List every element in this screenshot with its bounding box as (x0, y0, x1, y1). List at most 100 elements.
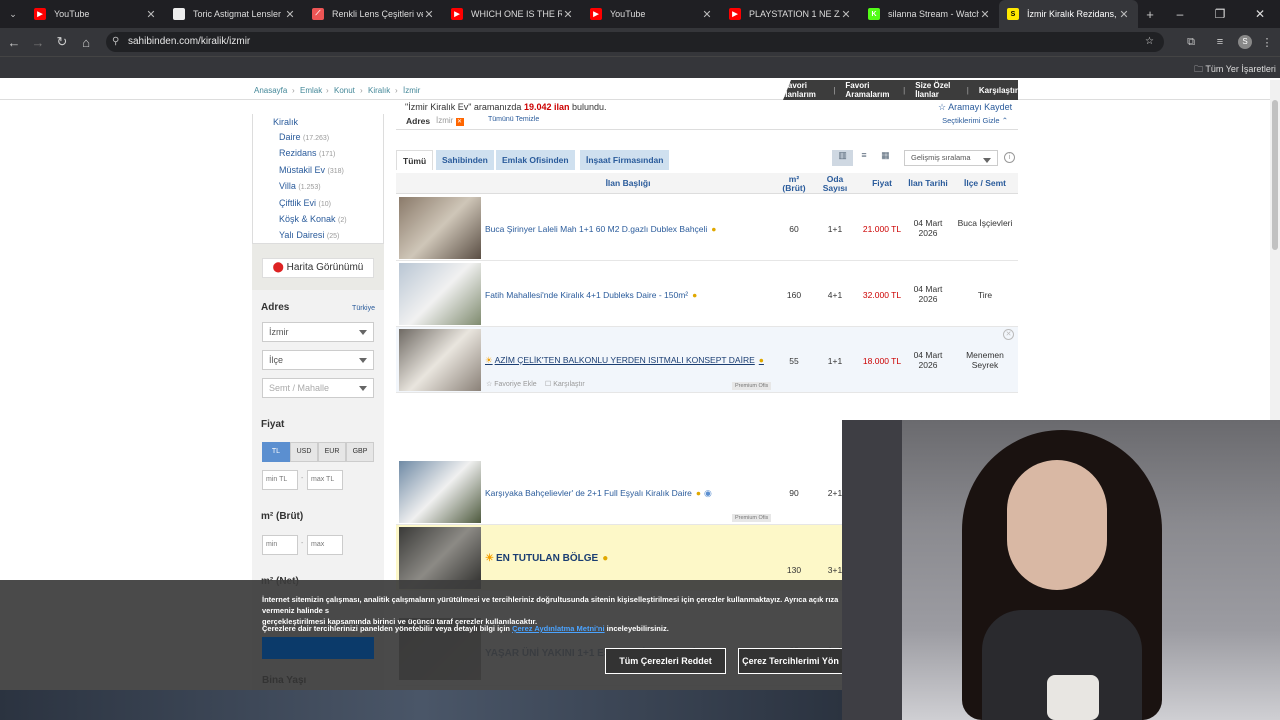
listing-thumbnail[interactable] (399, 263, 481, 325)
close-tab-icon[interactable]: ✕ (701, 8, 713, 21)
close-tab-icon[interactable]: ✕ (423, 8, 435, 21)
home-icon[interactable]: ⌂ (74, 35, 98, 50)
listing-thumbnail[interactable] (399, 197, 481, 259)
chip-remove-icon[interactable]: ✕ (455, 118, 464, 126)
dismiss-listing-icon[interactable]: ✕ (1003, 329, 1014, 340)
browser-tab[interactable]: Ksilanna Stream - Watch L ✕ (860, 0, 999, 28)
breadcrumb-item[interactable]: Anasayfa (254, 86, 287, 95)
listing-title-link[interactable]: Buca Şirinyer Laleli Mah 1+1 60 M2 D.gaz… (485, 224, 716, 234)
sort-select[interactable]: Gelişmiş sıralama (904, 150, 998, 166)
column-header[interactable]: Oda Sayısı (814, 175, 856, 193)
cookie-preferences-button[interactable]: Çerez Tercihlerimi Yön (738, 648, 842, 674)
tab-search-chevron-icon[interactable]: ⌄ (0, 9, 26, 20)
breadcrumb-item[interactable]: İzmir (403, 86, 420, 95)
all-bookmarks-folder[interactable]: 🗀 Tüm Yer İşaretleri (1194, 62, 1276, 78)
neighborhood-select[interactable]: Semt / Mahalle (262, 378, 374, 398)
close-window-icon[interactable]: ✕ (1240, 7, 1280, 21)
listing-title-link[interactable]: ☀ EN TUTULAN BÖLGE ● (485, 553, 608, 564)
tab-seller-type[interactable]: Emlak Ofisinden (496, 150, 575, 170)
category-item[interactable]: Rezidans (171) (279, 146, 347, 162)
currency-eur-button[interactable]: EUR (318, 442, 346, 462)
tab-seller-type[interactable]: Tümü (396, 150, 434, 170)
browser-tab[interactable]: ▶ YouTube ✕ (26, 0, 165, 28)
min-m2-input[interactable]: min (262, 535, 298, 555)
browser-tab[interactable]: ▶ WHICH ONE IS THE REAL✕ (443, 0, 582, 28)
column-header[interactable]: İlan Tarihi (906, 173, 950, 194)
map-view-button[interactable]: ⬤ Harita Görünümü (262, 258, 374, 278)
restore-icon[interactable]: ❐ (1200, 7, 1240, 21)
menu-kebab-icon[interactable]: ⋮ (1258, 36, 1276, 49)
listing-thumbnail[interactable] (399, 329, 481, 391)
gallery-view-icon[interactable]: ▥ (832, 150, 854, 166)
table-row[interactable]: ☀ AZİM ÇELİK'TEN BALKONLU YERDEN ISITMALI… (396, 327, 1018, 393)
reload-icon[interactable]: ↻ (50, 34, 74, 50)
bookmark-star-icon[interactable]: ☆ (1145, 32, 1154, 52)
site-info-icon[interactable]: ⚲ (112, 32, 119, 52)
back-icon[interactable]: ← (2, 35, 26, 50)
category-item[interactable]: Çiftlik Evi (10) (279, 196, 347, 212)
category-item[interactable]: Villa (1.253) (279, 179, 347, 195)
column-header[interactable]: m² (Brüt) (774, 175, 814, 193)
browser-tab[interactable]: Toric Astigmat Lensler Sa✕ (165, 0, 304, 28)
close-tab-icon[interactable]: ✕ (562, 8, 574, 21)
cookie-policy-link[interactable]: Çerez Aydınlatma Metni'ni (512, 624, 605, 633)
browser-tab[interactable]: ▶ YouTube ✕ (582, 0, 721, 28)
breadcrumb-item[interactable]: Konut (334, 86, 355, 95)
category-item[interactable]: Köşk & Konak (2) (279, 212, 347, 228)
add-favorite-link[interactable]: ☆ Favoriye Ekle (486, 380, 537, 388)
compare-checkbox[interactable]: ☐ Karşılaştır (545, 380, 585, 388)
toplink-item[interactable]: Karşılaştır (979, 86, 1018, 95)
address-bar[interactable]: ⚲ sahibinden.com/kiralik/izmir ☆ (106, 32, 1164, 52)
tab-seller-type[interactable]: Sahibinden (436, 150, 494, 170)
media-icon[interactable]: ≡ (1208, 36, 1232, 48)
listing-title-link[interactable]: Fatih Mahallesi'nde Kiralık 4+1 Dubleks … (485, 290, 697, 300)
category-item[interactable]: Müstakil Ev (318) (279, 163, 347, 179)
browser-tab[interactable]: S İzmir Kiralık Rezidans, Vill✕ (999, 0, 1138, 28)
min-price-input[interactable]: min TL (262, 470, 298, 490)
column-header[interactable]: İlçe / Semt (952, 173, 1018, 194)
tab-seller-type[interactable]: İnşaat Firmasından (580, 150, 670, 170)
currency-gbp-button[interactable]: GBP (346, 442, 374, 462)
browser-tab[interactable]: ⟋ Renkli Lens Çeşitleri ve Fi✕ (304, 0, 443, 28)
city-select[interactable]: İzmir (262, 322, 374, 342)
forward-icon[interactable]: → (26, 35, 50, 50)
column-header[interactable]: İlan Başlığı (483, 173, 773, 194)
category-item[interactable]: Yalı Dairesi (25) (279, 228, 347, 244)
close-tab-icon[interactable]: ✕ (145, 8, 157, 21)
max-m2-input[interactable]: max (307, 535, 343, 555)
extensions-icon[interactable]: ⧉ (1174, 36, 1208, 49)
clear-all-link[interactable]: Tümünü Temizle (488, 116, 539, 123)
minimize-icon[interactable]: – (1160, 7, 1200, 21)
close-tab-icon[interactable]: ✕ (1118, 8, 1130, 21)
district-select[interactable]: İlçe (262, 350, 374, 370)
max-price-input[interactable]: max TL (307, 470, 343, 490)
info-icon[interactable]: i (1004, 152, 1015, 163)
active-filter-chip[interactable]: İzmir ✕ (436, 116, 464, 126)
page-scrollbar[interactable] (1270, 80, 1280, 420)
close-tab-icon[interactable]: ✕ (284, 8, 296, 21)
turkiye-link[interactable]: Türkiye (352, 305, 375, 312)
close-tab-icon[interactable]: ✕ (840, 8, 852, 21)
close-tab-icon[interactable]: ✕ (979, 8, 991, 21)
hide-selected-link[interactable]: Seçtiklerimi Gizle ⌃ (942, 116, 1008, 125)
toplink-item[interactable]: Favori Aramalarım (845, 81, 893, 99)
save-search-button[interactable]: ☆ Aramayı Kaydet (938, 102, 1012, 113)
toplink-item[interactable]: Size Özel İlanlar (915, 81, 957, 99)
browser-tab[interactable]: ▶ PLAYSTATION 1 NE ZAMA✕ (721, 0, 860, 28)
column-header[interactable]: Fiyat (858, 173, 906, 194)
listing-title-link[interactable]: ☀ AZİM ÇELİK'TEN BALKONLU YERDEN ISITMALI… (485, 355, 764, 366)
currency-tl-button[interactable]: TL (262, 442, 290, 462)
category-heading[interactable]: Kiralık (273, 117, 298, 127)
listing-thumbnail[interactable] (399, 461, 481, 523)
currency-usd-button[interactable]: USD (290, 442, 318, 462)
new-tab-button[interactable]: + (1138, 7, 1162, 22)
grid-view-icon[interactable]: ▦ (875, 150, 896, 166)
list-view-icon[interactable]: ≡ (853, 150, 874, 166)
listing-title-link[interactable]: Karşıyaka Bahçelievler' de 2+1 Full Eşya… (485, 488, 701, 498)
category-item[interactable]: Daire (17.263) (279, 130, 347, 146)
breadcrumb-item[interactable]: Kiralık (368, 86, 390, 95)
reject-cookies-button[interactable]: Tüm Çerezleri Reddet (605, 648, 726, 674)
profile-avatar[interactable]: S (1238, 35, 1252, 49)
table-row[interactable]: Fatih Mahallesi'nde Kiralık 4+1 Dubleks … (396, 261, 1018, 327)
breadcrumb-item[interactable]: Emlak (300, 86, 322, 95)
